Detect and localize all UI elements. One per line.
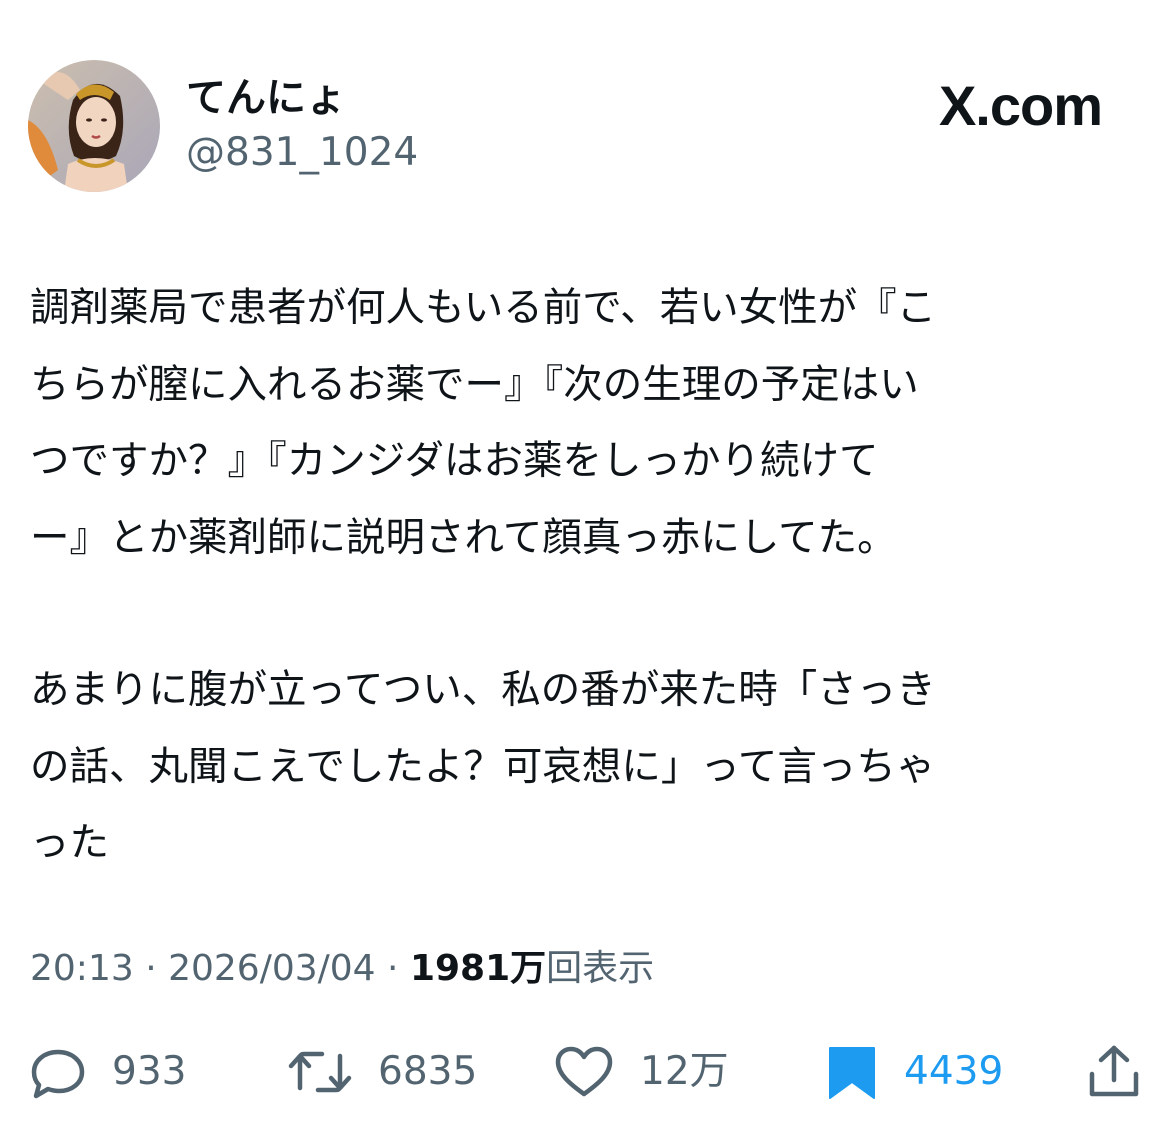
handle[interactable]: @831_1024	[186, 130, 418, 176]
tweet-line: った	[30, 820, 109, 866]
repost-count: 6835	[378, 1049, 478, 1094]
brand-logo: X.com	[938, 74, 1103, 137]
tweet-line: ちらが膣に入れるお薬でー』『次の生理の予定はい	[30, 361, 919, 408]
repost-button[interactable]: 6835	[286, 1042, 477, 1102]
like-count: 12万	[640, 1049, 729, 1094]
tweet-line: ー』とか薬剤師に説明されて顔真っ赤にしてた。	[30, 514, 897, 561]
tweet-time[interactable]: 20:13	[30, 948, 134, 989]
like-button[interactable]: 12万	[552, 1042, 729, 1102]
tweet-date[interactable]: 2026/03/04	[168, 948, 376, 989]
meta-separator: ·	[375, 948, 410, 989]
tweet-line: 調剤薬局で患者が何人もいる前で、若い女性が『こ	[30, 285, 937, 331]
repost-icon	[286, 1042, 354, 1102]
tweet-line: つですか？』『カンジダはお薬をしっかり続けて	[30, 438, 879, 484]
avatar[interactable]	[28, 60, 160, 192]
meta-separator: ·	[133, 948, 169, 989]
action-bar: 933 6835 12万 4439	[0, 1042, 1170, 1102]
tweet-paragraph-1: 調剤薬局で患者が何人もいる前で、若い女性が『こ ちらが膣に入れるお薬でー』『次の…	[30, 270, 1140, 576]
share-button[interactable]	[1084, 1042, 1144, 1102]
share-icon	[1084, 1042, 1144, 1102]
display-name[interactable]: てんにょ	[186, 74, 346, 122]
views-count: 1981万	[409, 948, 547, 989]
like-icon	[552, 1042, 616, 1102]
views-label: 回表示	[546, 948, 655, 989]
reply-icon	[28, 1042, 88, 1102]
bookmark-count: 4439	[904, 1049, 1004, 1094]
reply-count: 933	[112, 1049, 187, 1094]
tweet-text: 調剤薬局で患者が何人もいる前で、若い女性が『こ ちらが膣に入れるお薬でー』『次の…	[30, 270, 1140, 882]
bookmark-button[interactable]: 4439	[824, 1042, 1003, 1102]
reply-button[interactable]: 933	[28, 1042, 186, 1102]
tweet-meta: 20:13 · 2026/03/04 · 1981万回表示	[30, 944, 654, 994]
bookmark-icon	[824, 1042, 880, 1102]
tweet-line: の話、丸聞こえでしたよ？可哀想に」って言っちゃ	[30, 743, 936, 790]
tweet-line: あまりに腹が立ってつい、私の番が来た時「さっき	[30, 667, 936, 713]
tweet-paragraph-2: あまりに腹が立ってつい、私の番が来た時「さっき の話、丸聞こえでしたよ？可哀想に…	[30, 652, 1140, 882]
